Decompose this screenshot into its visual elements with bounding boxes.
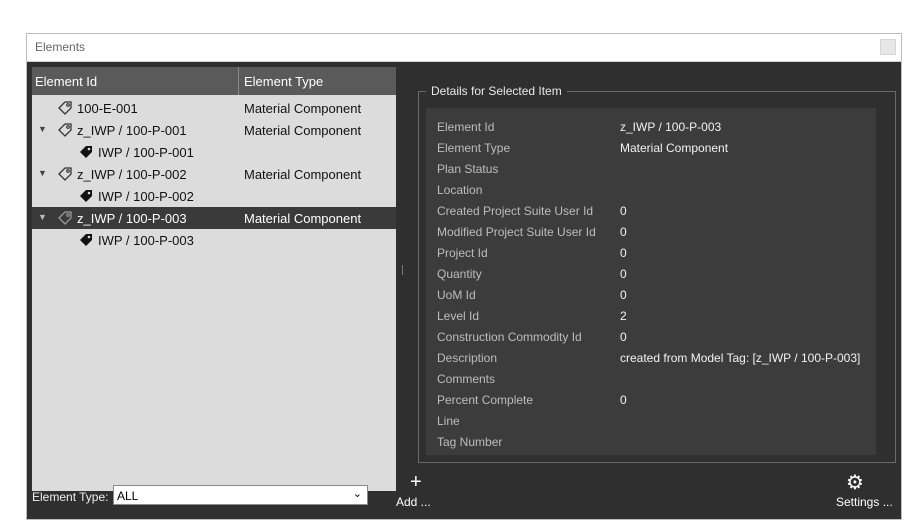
element-id-cell: IWP / 100-P-001 — [98, 145, 194, 160]
panel-splitter-handle[interactable] — [402, 265, 403, 275]
detail-label: Element Type — [437, 141, 511, 155]
element-id-cell: IWP / 100-P-003 — [98, 233, 194, 248]
tag-filled-icon — [78, 232, 94, 248]
detail-label: Description — [437, 351, 498, 365]
tree-row[interactable]: ▼ z_IWP / 100-P-001 Material Component — [32, 119, 396, 141]
tag-filled-icon — [78, 188, 94, 204]
detail-label: Project Id — [437, 246, 488, 260]
element-type-label: Element Type: — [32, 490, 109, 504]
element-tree-panel: Element Id Element Type 100-E-001 Materia… — [32, 67, 396, 491]
tag-outline-icon — [57, 100, 73, 116]
tag-outline-icon — [57, 122, 73, 138]
expand-caret-icon[interactable]: ▼ — [38, 212, 47, 222]
tag-filled-icon — [78, 144, 94, 160]
gear-icon: ⚙ — [846, 472, 864, 494]
element-id-cell: z_IWP / 100-P-003 — [77, 211, 187, 226]
elements-window: Elements Element Id Element Type 100-E-0… — [26, 33, 902, 520]
detail-label: Tag Number — [437, 435, 503, 449]
element-id-cell: 100-E-001 — [77, 101, 138, 116]
column-header-element-type[interactable]: Element Type — [244, 74, 323, 89]
element-type-cell: Material Component — [244, 123, 362, 138]
detail-label: Line — [437, 414, 460, 428]
tree-row[interactable]: ▼ z_IWP / 100-P-002 Material Component — [32, 163, 396, 185]
tree-row[interactable]: IWP / 100-P-003 — [32, 229, 396, 251]
expand-caret-icon[interactable]: ▼ — [38, 124, 47, 134]
detail-label: Plan Status — [437, 162, 499, 176]
tag-outline-icon — [57, 210, 73, 226]
chevron-down-icon: ⌄ — [352, 488, 362, 500]
detail-value: 0 — [620, 393, 627, 407]
tree-row[interactable]: ▼ z_IWP / 100-P-003 Material Component — [32, 207, 396, 229]
element-id-cell: IWP / 100-P-002 — [98, 189, 194, 204]
detail-label: Quantity — [437, 267, 482, 281]
tree-row[interactable]: IWP / 100-P-001 — [32, 141, 396, 163]
detail-value: 2 — [620, 309, 627, 323]
detail-label: Created Project Suite User Id — [437, 204, 594, 218]
detail-value: Material Component — [620, 141, 729, 155]
detail-label: Percent Complete — [437, 393, 534, 407]
tag-outline-icon — [57, 166, 73, 182]
detail-value: z_IWP / 100-P-003 — [620, 120, 722, 134]
detail-value: 0 — [620, 204, 627, 218]
element-type-cell: Material Component — [244, 101, 362, 116]
detail-value: 0 — [620, 288, 627, 302]
detail-label: Location — [437, 183, 483, 197]
add-button[interactable]: + Add ... — [393, 471, 433, 511]
detail-label: Level Id — [437, 309, 480, 323]
details-title: Details for Selected Item — [426, 84, 567, 98]
footer-bar: Element Type: ALL ⌄ + Add ... ⚙ Settings… — [27, 469, 903, 521]
details-panel: Element Id z_IWP / 100-P-003 Element Type M… — [426, 108, 876, 455]
expand-caret-icon[interactable]: ▼ — [38, 168, 47, 178]
detail-value: 0 — [620, 225, 627, 239]
close-button[interactable] — [880, 39, 896, 55]
detail-label: Modified Project Suite User Id — [437, 225, 596, 239]
detail-label: Comments — [437, 372, 496, 386]
plus-icon: + — [410, 471, 422, 493]
detail-label: Element Id — [437, 120, 495, 134]
window-title: Elements — [35, 40, 86, 54]
column-divider[interactable] — [238, 67, 239, 95]
element-type-select[interactable]: ALL ⌄ — [113, 485, 368, 505]
detail-value: 0 — [620, 267, 627, 281]
tree-header: Element Id Element Type — [32, 67, 396, 95]
detail-value: 0 — [620, 246, 627, 260]
tree-row[interactable]: IWP / 100-P-002 — [32, 185, 396, 207]
tree-row[interactable]: 100-E-001 Material Component — [32, 97, 396, 119]
element-id-cell: z_IWP / 100-P-002 — [77, 167, 187, 182]
detail-label: Construction Commodity Id — [437, 330, 582, 344]
detail-value: created from Model Tag: [z_IWP / 100-P-0… — [620, 351, 861, 365]
settings-button-label: Settings ... — [836, 495, 893, 509]
detail-label: UoM Id — [437, 288, 476, 302]
element-type-value: ALL — [117, 489, 139, 503]
element-id-cell: z_IWP / 100-P-001 — [77, 123, 187, 138]
add-button-label: Add ... — [396, 495, 431, 509]
title-bar: Elements — [27, 34, 901, 62]
element-type-cell: Material Component — [244, 167, 362, 182]
settings-button[interactable]: ⚙ Settings ... — [823, 471, 893, 511]
element-type-cell: Material Component — [244, 211, 362, 226]
column-header-element-id[interactable]: Element Id — [35, 74, 97, 89]
detail-value: 0 — [620, 330, 627, 344]
